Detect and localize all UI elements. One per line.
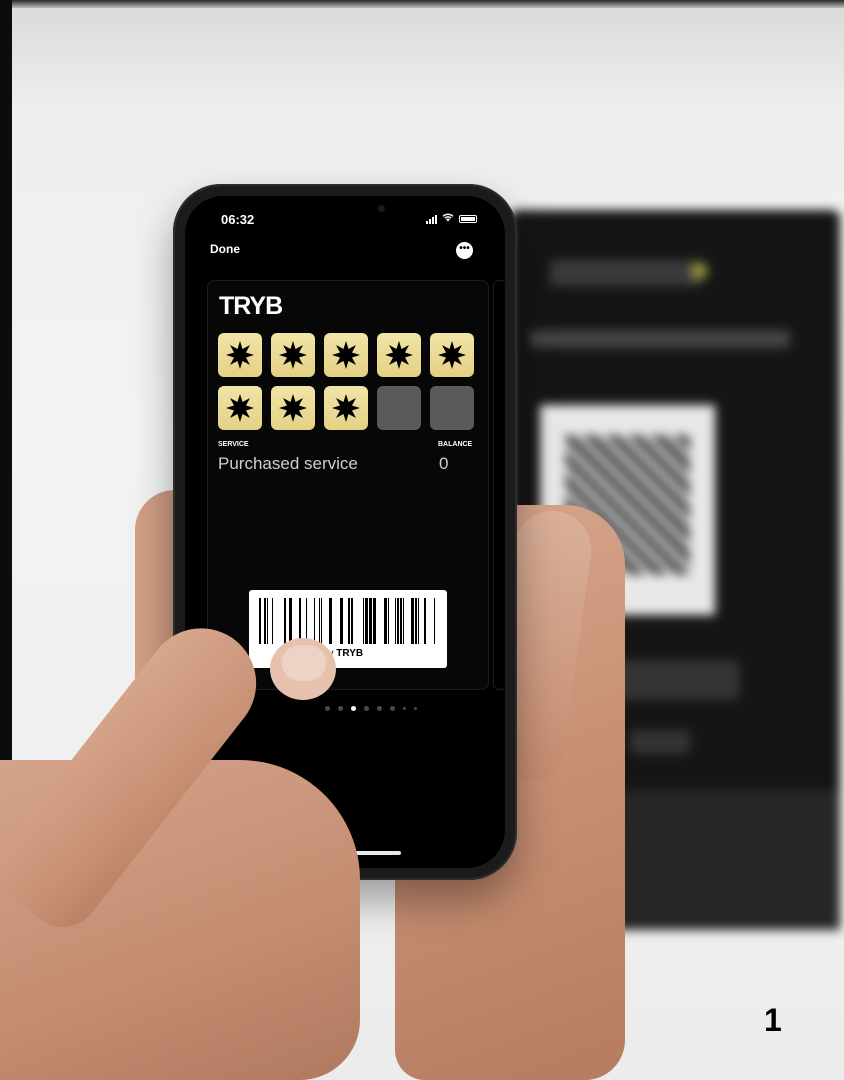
stamp-filled: [218, 333, 262, 377]
page-dot[interactable]: [325, 706, 330, 711]
battery-icon: [459, 214, 477, 223]
page-dot[interactable]: [390, 706, 395, 711]
status-time: 06:32: [221, 212, 255, 227]
star-burst-icon: [279, 341, 307, 369]
stamp-empty: [377, 386, 421, 430]
notch: [285, 196, 405, 222]
star-burst-icon: [279, 394, 307, 422]
page-dot[interactable]: [364, 706, 369, 711]
service-value: Purchased service: [218, 454, 358, 473]
balance-value: 0: [439, 454, 449, 473]
stamp-filled: [377, 333, 421, 377]
status-icons: [426, 213, 477, 224]
done-button[interactable]: Done: [210, 242, 240, 256]
star-burst-icon: [226, 394, 254, 422]
stamp-filled: [218, 386, 262, 430]
balance-label: BALANCE: [438, 441, 473, 448]
stamp-filled: [324, 333, 368, 377]
stamp-empty: [430, 386, 474, 430]
page-dot[interactable]: [377, 706, 382, 711]
page-dot[interactable]: [351, 706, 356, 711]
star-burst-icon: [332, 341, 360, 369]
fingernail: [282, 645, 326, 681]
page-number: 1: [764, 1002, 782, 1038]
wifi-icon: [442, 213, 454, 224]
star-burst-icon: [438, 341, 466, 369]
stamp-filled: [324, 386, 368, 430]
ellipsis-icon[interactable]: •••: [456, 242, 473, 259]
star-burst-icon: [332, 394, 360, 422]
pdf417-barcode-icon: [259, 598, 435, 644]
service-label: SERVICE: [218, 441, 249, 448]
signal-icon: [426, 214, 437, 224]
stamp-grid: [218, 333, 482, 430]
next-pass-peek[interactable]: [493, 280, 505, 690]
star-burst-icon: [226, 341, 254, 369]
page-dot[interactable]: [403, 707, 406, 710]
page-indicator[interactable]: [325, 706, 417, 711]
brand-logo: TRYB: [219, 292, 283, 320]
page-dot[interactable]: [414, 707, 417, 710]
stamp-filled: [271, 386, 315, 430]
photo-top-edge: [0, 0, 844, 8]
star-burst-icon: [385, 341, 413, 369]
camera-icon: [378, 205, 385, 212]
page-dot[interactable]: [338, 706, 343, 711]
loyalty-pass-card[interactable]: TRYB SERVICE Purchased service BALANCE 0…: [207, 280, 489, 690]
stamp-filled: [430, 333, 474, 377]
stamp-filled: [271, 333, 315, 377]
